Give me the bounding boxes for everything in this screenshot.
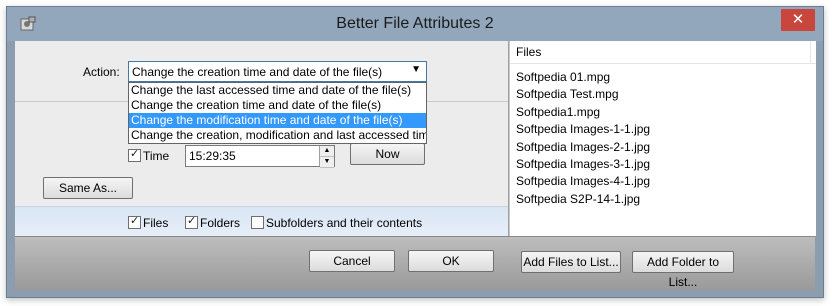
subfolders-label: Subfolders and their contents — [266, 216, 423, 230]
chevron-down-icon: ▼ — [411, 64, 421, 75]
list-item[interactable]: Softpedia Images-4-1.jpg — [516, 173, 650, 190]
client-area: Action: Change the creation time and dat… — [15, 41, 816, 290]
subfolders-checkbox[interactable] — [251, 216, 264, 229]
ok-button[interactable]: OK — [408, 250, 494, 272]
action-dropdown-list: Change the last accessed time and date o… — [128, 82, 427, 144]
files-column-header: Files — [516, 45, 542, 59]
dropdown-option-highlighted[interactable]: Change the modification time and date of… — [129, 113, 426, 128]
list-item[interactable]: Softpedia1.mpg — [516, 104, 650, 121]
files-label: Files — [143, 216, 169, 230]
spin-down-icon[interactable]: ▼ — [320, 157, 334, 168]
list-item[interactable]: Softpedia 01.mpg — [516, 69, 650, 86]
file-list: Softpedia 01.mpg Softpedia Test.mpg Soft… — [516, 69, 650, 208]
list-item[interactable]: Softpedia Images-1-1.jpg — [516, 121, 650, 138]
close-button[interactable]: ✕ — [781, 9, 815, 31]
now-button[interactable]: Now — [350, 143, 425, 165]
list-item[interactable]: Softpedia Images-3-1.jpg — [516, 156, 650, 173]
dropdown-option[interactable]: Change the creation, modification and la… — [129, 128, 426, 143]
time-checkbox[interactable] — [128, 147, 141, 162]
add-files-button[interactable]: Add Files to List... — [521, 251, 621, 273]
action-select-value: Change the creation time and date of the… — [132, 65, 383, 79]
file-list-panel: Files Softpedia 01.mpg Softpedia Test.mp… — [509, 41, 816, 236]
files-checkbox[interactable] — [128, 214, 141, 229]
title-bar[interactable]: Better File Attributes 2 ✕ — [7, 7, 823, 41]
add-folder-button[interactable]: Add Folder to List... — [632, 251, 734, 289]
list-item[interactable]: Softpedia Images-2-1.jpg — [516, 139, 650, 156]
spin-up-icon[interactable]: ▲ — [320, 146, 334, 157]
time-value: 15:29:35 — [189, 149, 236, 163]
time-label: Time — [143, 149, 170, 163]
settings-panel: Action: Change the creation time and dat… — [15, 41, 509, 237]
folders-checkbox[interactable] — [185, 214, 198, 229]
dropdown-option[interactable]: Change the creation time and date of the… — [129, 98, 426, 113]
window-title: Better File Attributes 2 — [336, 15, 494, 32]
time-spinner[interactable]: ▲ ▼ — [319, 146, 334, 168]
bottom-button-bar: Cancel OK Add Files to List... Add Folde… — [15, 236, 815, 290]
folders-label: Folders — [200, 216, 241, 230]
app-window: Better File Attributes 2 ✕ Action: Chang… — [6, 6, 824, 298]
file-list-header[interactable]: Files — [510, 41, 816, 64]
list-item[interactable]: Softpedia S2P-14-1.jpg — [516, 191, 650, 208]
options-bar: Files Folders Subfolders and their conte… — [15, 206, 508, 237]
same-as-button[interactable]: Same As... — [43, 177, 133, 199]
time-field[interactable]: 15:29:35 ▲ ▼ — [185, 145, 335, 168]
action-select[interactable]: Change the creation time and date of the… — [128, 61, 427, 82]
action-label: Action: — [83, 65, 120, 79]
list-item[interactable]: Softpedia Test.mpg — [516, 86, 650, 103]
cancel-button[interactable]: Cancel — [309, 250, 395, 272]
dropdown-option[interactable]: Change the last accessed time and date o… — [129, 83, 426, 98]
column-divider — [810, 41, 811, 63]
